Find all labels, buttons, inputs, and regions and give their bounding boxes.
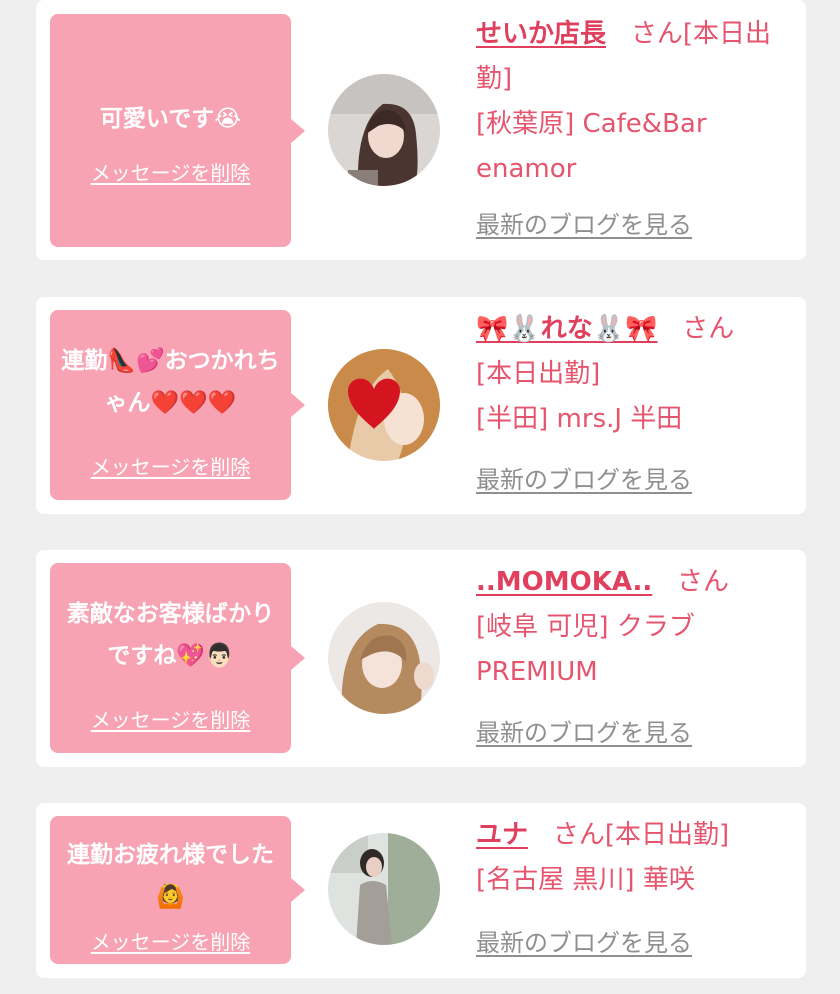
delete-message-link[interactable]: メッセージを削除 [50, 929, 291, 955]
honorific: さん [630, 19, 683, 49]
message-card: 連勤お疲れ様でした🙆 メッセージを削除 ユナ さん[本日出勤] [名古屋 黒川]… [36, 803, 806, 978]
shop-location: [名古屋 黒川] 華咲 [476, 865, 695, 895]
cast-name-link[interactable]: せいか店長 [476, 19, 606, 49]
work-status: [本日出勤] [476, 359, 601, 389]
cast-info: ..MOMOKA.. さん [岐阜 可児] クラブ PREMIUM [476, 560, 796, 695]
avatar[interactable] [328, 602, 440, 714]
latest-blog-link[interactable]: 最新のブログを見る [476, 210, 692, 240]
avatar[interactable] [328, 74, 440, 186]
cast-name-link[interactable]: ..MOMOKA.. [476, 567, 652, 597]
message-bubble: 可愛いです😭 メッセージを削除 [50, 14, 305, 247]
message-card: 素敵なお客様ばかりですね💖👨🏻 メッセージを削除 ..MOMOKA.. さん [… [36, 550, 806, 767]
delete-message-link[interactable]: メッセージを削除 [50, 454, 291, 480]
cast-info: ユナ さん[本日出勤] [名古屋 黒川] 華咲 [476, 813, 796, 903]
shop-location: [岐阜 可児] クラブ PREMIUM [476, 612, 695, 687]
cast-name-link[interactable]: ユナ [476, 820, 528, 850]
message-text: 連勤お疲れ様でした🙆 [67, 842, 274, 910]
work-status: [本日出勤] [604, 820, 730, 850]
message-card: 連勤👠💕おつかれちゃん❤️❤️❤️ メッセージを削除 🎀🐰れな🐰🎀 さん [本日… [36, 297, 806, 514]
honorific: さん [682, 314, 735, 344]
latest-blog-link[interactable]: 最新のブログを見る [476, 928, 692, 958]
honorific: さん [677, 567, 730, 597]
message-text: 素敵なお客様ばかりですね💖👨🏻 [66, 601, 275, 669]
message-bubble: 素敵なお客様ばかりですね💖👨🏻 メッセージを削除 [50, 563, 305, 753]
cast-info: せいか店長 さん[本日出勤] [秋葉原] Cafe&Bar enamor [476, 12, 796, 192]
message-list: 可愛いです😭 メッセージを削除 せいか店長 さん[本日出勤] [秋葉原] Caf… [0, 0, 840, 994]
avatar[interactable] [328, 349, 440, 461]
honorific: さん [552, 820, 605, 850]
message-bubble: 連勤👠💕おつかれちゃん❤️❤️❤️ メッセージを削除 [50, 310, 305, 500]
delete-message-link[interactable]: メッセージを削除 [50, 707, 291, 733]
latest-blog-link[interactable]: 最新のブログを見る [476, 718, 692, 748]
message-bubble: 連勤お疲れ様でした🙆 メッセージを削除 [50, 816, 305, 964]
message-text: 可愛いです😭 [99, 106, 242, 132]
message-card: 可愛いです😭 メッセージを削除 せいか店長 さん[本日出勤] [秋葉原] Caf… [36, 0, 806, 260]
shop-location: [半田] mrs.J 半田 [476, 404, 683, 434]
shop-location: [秋葉原] Cafe&Bar enamor [476, 109, 707, 184]
latest-blog-link[interactable]: 最新のブログを見る [476, 465, 692, 495]
avatar[interactable] [328, 833, 440, 945]
cast-info: 🎀🐰れな🐰🎀 さん [本日出勤] [半田] mrs.J 半田 [476, 307, 796, 442]
cast-name-link[interactable]: 🎀🐰れな🐰🎀 [476, 314, 658, 344]
delete-message-link[interactable]: メッセージを削除 [50, 160, 291, 186]
message-text: 連勤👠💕おつかれちゃん❤️❤️❤️ [61, 348, 280, 416]
